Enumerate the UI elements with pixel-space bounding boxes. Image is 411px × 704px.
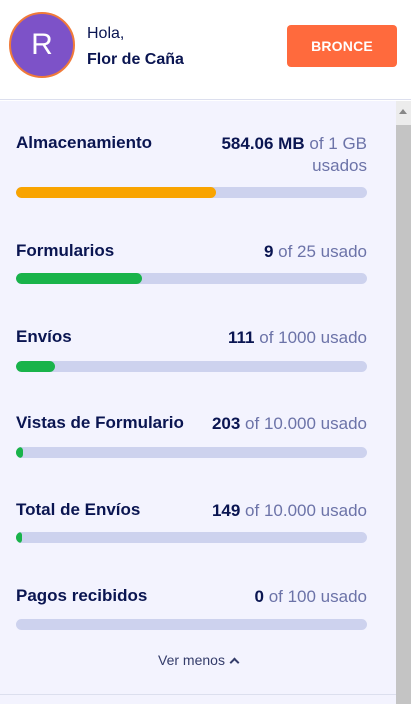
usage-amount: 149 [211, 501, 241, 520]
usage-progress-bar [16, 187, 367, 198]
usage-limit: of 10.000 usado [245, 414, 367, 433]
usage-progress-fill [16, 273, 143, 284]
usage-value: 203 of 10.000 usado [212, 413, 367, 435]
usage-amount: 111 [228, 328, 255, 347]
usage-progress-bar [16, 532, 367, 543]
usage-amount: 9 [263, 242, 274, 261]
usage-progress-fill [16, 187, 217, 198]
usage-amount: 0 [254, 587, 264, 606]
usage-amount: 203 [211, 414, 241, 433]
usage-progress-bar [16, 619, 367, 630]
usage-amount: 584.06 MB [221, 134, 305, 153]
usage-limit: of 1000 usado [259, 328, 367, 347]
avatar-initial: R [31, 28, 53, 61]
usage-limit: of 1 GB [309, 134, 367, 153]
greeting-text: Hola, [87, 25, 125, 42]
usage-unit-word: usados [312, 156, 367, 175]
scrollbar-thumb[interactable] [396, 125, 411, 704]
usage-label: Envíos [16, 327, 72, 346]
scroll-up-arrow-icon[interactable] [399, 109, 407, 114]
show-less-label: Ver menos [158, 652, 225, 668]
usage-progress-bar [16, 361, 367, 372]
usage-limit: of 25 usado [278, 242, 367, 261]
usage-progress-fill [16, 447, 24, 458]
usage-label: Almacenamiento [16, 133, 153, 152]
user-name: Flor de Caña [87, 51, 184, 68]
usage-label: Pagos recibidos [16, 586, 148, 605]
usage-value: 584.06 MB of 1 GB usados [221, 133, 367, 177]
usage-progress-fill [16, 361, 55, 372]
usage-label: Formularios [16, 241, 115, 260]
account-header: R Hola, Flor de Caña BRONCE [0, 0, 411, 100]
show-less-toggle[interactable]: Ver menos [0, 652, 396, 668]
usage-label: Total de Envíos [16, 500, 141, 519]
chevron-up-icon [229, 657, 240, 668]
greeting-block: Hola, Flor de Caña [87, 21, 184, 73]
panel-bottom-edge [0, 695, 396, 704]
usage-value: 0 of 100 usado [254, 586, 367, 608]
usage-value: 9 of 25 usado [264, 241, 367, 263]
plan-button[interactable]: BRONCE [287, 25, 397, 67]
usage-panel: Almacenamiento 584.06 MB of 1 GB usados … [0, 101, 396, 695]
scrollbar[interactable] [396, 101, 411, 704]
usage-label: Vistas de Formulario [16, 413, 184, 432]
usage-limit: of 10.000 usado [245, 501, 367, 520]
usage-progress-bar [16, 273, 367, 284]
usage-value: 111 of 1000 usado [228, 327, 367, 349]
usage-limit: of 100 usado [268, 587, 367, 606]
usage-value: 149 of 10.000 usado [212, 500, 367, 522]
avatar[interactable]: R [9, 12, 75, 78]
usage-progress-fill [16, 532, 22, 543]
usage-progress-bar [16, 447, 367, 458]
